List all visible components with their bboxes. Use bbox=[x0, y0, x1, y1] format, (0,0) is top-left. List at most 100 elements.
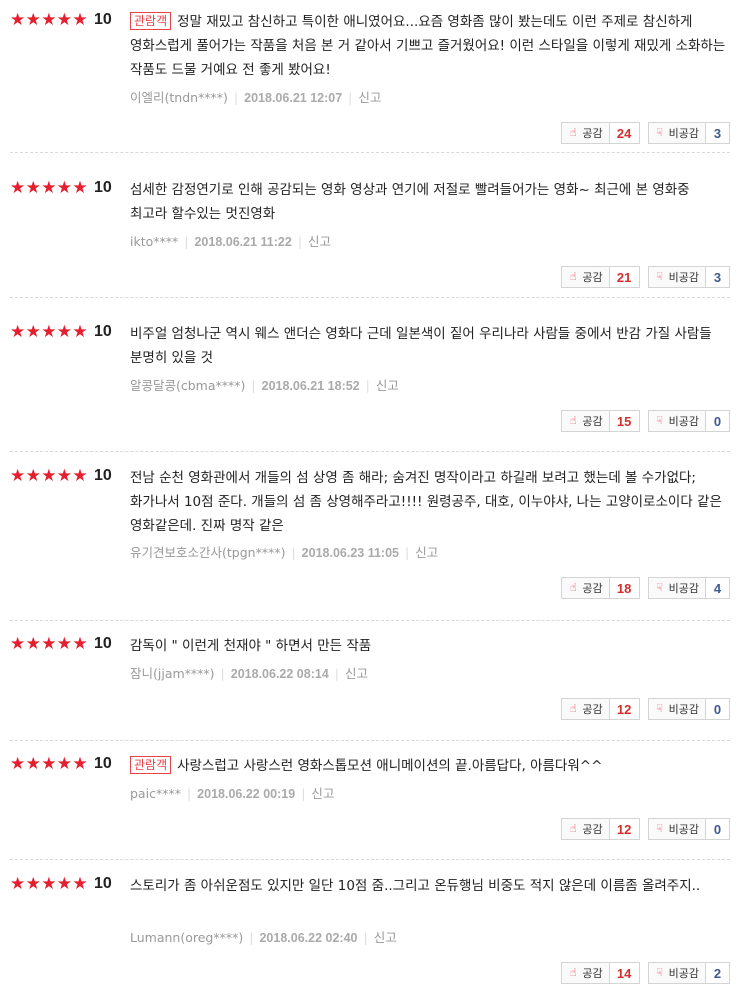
like-label: 공감 bbox=[582, 823, 603, 836]
star-rating: ★ ★ ★ ★ ★ bbox=[10, 322, 88, 342]
review-divider bbox=[10, 859, 730, 860]
rating-score: 10 bbox=[94, 755, 112, 772]
star-icon: ★ bbox=[25, 634, 41, 654]
star-icon: ★ bbox=[72, 874, 87, 894]
rating-score: 10 bbox=[94, 323, 112, 340]
star-icon: ★ bbox=[41, 10, 56, 30]
review-divider bbox=[10, 740, 730, 741]
review-meta: Lumann(oreg****) | 2018.06.22 02:40 | 신고 bbox=[130, 930, 397, 946]
dislike-label: 비공감 bbox=[668, 271, 699, 284]
dislike-count: 2 bbox=[706, 962, 730, 984]
like-button[interactable]: ☝ 공감 bbox=[561, 577, 610, 599]
viewer-badge: 관람객 bbox=[130, 12, 172, 30]
like-count: 18 bbox=[609, 577, 640, 599]
dislike-count: 0 bbox=[706, 698, 730, 720]
reviewer-name[interactable]: Lumann(oreg****) bbox=[130, 930, 243, 945]
meta-divider: | bbox=[301, 786, 306, 801]
report-link[interactable]: 신고 bbox=[374, 930, 397, 945]
review-body: 사랑스럽고 사랑스런 영화스톱모션 애니메이션의 끝.아름답다, 아름다워^^ bbox=[177, 758, 603, 774]
star-rating: ★ ★ ★ ★ ★ bbox=[10, 754, 88, 774]
star-icon: ★ bbox=[41, 322, 56, 342]
review-body: 비주얼 엄청나군 역시 웨스 앤더슨 영화다 근데 일본색이 짙어 우리나라 사… bbox=[130, 326, 712, 366]
star-icon: ★ bbox=[10, 754, 25, 774]
meta-divider: | bbox=[184, 234, 189, 249]
report-link[interactable]: 신고 bbox=[311, 786, 334, 801]
review-meta: 유기견보호소간사(tpgn****) | 2018.06.23 11:05 | 신고 bbox=[130, 545, 438, 561]
like-label: 공감 bbox=[582, 967, 603, 980]
review-body: 정말 재밌고 참신하고 특이한 애니였어요...요즘 영화좀 많이 봤는데도 이… bbox=[130, 14, 726, 78]
like-button[interactable]: ☝ 공감 bbox=[561, 962, 610, 984]
star-icon: ★ bbox=[10, 10, 25, 30]
like-count: 12 bbox=[609, 698, 640, 720]
dislike-button[interactable]: ☟ 비공감 bbox=[647, 962, 706, 984]
thumbs-down-icon: ☟ bbox=[656, 822, 663, 835]
star-icon: ★ bbox=[41, 874, 56, 894]
like-label: 공감 bbox=[582, 127, 603, 140]
star-icon: ★ bbox=[72, 10, 87, 30]
meta-divider: | bbox=[363, 930, 368, 945]
dislike-label: 비공감 bbox=[668, 823, 699, 836]
report-link[interactable]: 신고 bbox=[308, 234, 331, 249]
review-meta: 알콩달콩(cbma****) | 2018.06.21 18:52 | 신고 bbox=[130, 378, 399, 394]
rating-score: 10 bbox=[94, 467, 112, 484]
review-date: 2018.06.21 18:52 bbox=[261, 379, 360, 393]
reviewer-name[interactable]: 유기견보호소간사(tpgn****) bbox=[130, 545, 285, 560]
review-body: 감독이 " 이런게 천재야 " 하면서 만든 작품 bbox=[130, 638, 372, 654]
dislike-button[interactable]: ☟ 비공감 bbox=[647, 266, 706, 288]
review-meta: 잠니(jjam****) | 2018.06.22 08:14 | 신고 bbox=[130, 666, 368, 682]
review-meta: paic**** | 2018.06.22 00:19 | 신고 bbox=[130, 786, 334, 802]
thumbs-down-icon: ☟ bbox=[656, 414, 663, 427]
reviewer-name[interactable]: 알콩달콩(cbma****) bbox=[130, 378, 245, 393]
dislike-button[interactable]: ☟ 비공감 bbox=[647, 577, 706, 599]
star-icon: ★ bbox=[10, 322, 25, 342]
like-button[interactable]: ☝ 공감 bbox=[561, 266, 610, 288]
thumbs-up-icon: ☝ bbox=[570, 126, 577, 139]
rating-score: 10 bbox=[94, 179, 112, 196]
meta-divider: | bbox=[365, 378, 370, 393]
vote-actions: ☝ 공감 12 ☟ 비공감 0 bbox=[561, 698, 730, 720]
meta-divider: | bbox=[186, 786, 192, 801]
report-link[interactable]: 신고 bbox=[358, 90, 381, 105]
report-link[interactable]: 신고 bbox=[345, 666, 368, 681]
thumbs-down-icon: ☟ bbox=[656, 581, 663, 594]
meta-divider: | bbox=[233, 90, 239, 105]
dislike-label: 비공감 bbox=[668, 703, 699, 716]
review-body: 섬세한 감정연기로 인해 공감되는 영화 영상과 연기에 저절로 빨려들어가는 … bbox=[130, 182, 690, 222]
report-link[interactable]: 신고 bbox=[415, 545, 438, 560]
review-text: 섬세한 감정연기로 인해 공감되는 영화 영상과 연기에 저절로 빨려들어가는 … bbox=[130, 178, 730, 226]
like-count: 15 bbox=[609, 410, 640, 432]
review-date: 2018.06.22 02:40 bbox=[259, 931, 358, 945]
thumbs-up-icon: ☝ bbox=[570, 581, 577, 594]
thumbs-up-icon: ☝ bbox=[570, 414, 577, 427]
star-icon: ★ bbox=[72, 466, 87, 486]
review-date: 2018.06.22 08:14 bbox=[230, 667, 329, 681]
star-icon: ★ bbox=[56, 634, 72, 654]
like-label: 공감 bbox=[582, 415, 603, 428]
like-button[interactable]: ☝ 공감 bbox=[561, 818, 610, 840]
thumbs-up-icon: ☝ bbox=[570, 822, 577, 835]
like-button[interactable]: ☝ 공감 bbox=[561, 410, 610, 432]
reviewer-name[interactable]: 이엘리(tndn****) bbox=[130, 90, 228, 105]
like-label: 공감 bbox=[582, 703, 603, 716]
review-text: 감독이 " 이런게 천재야 " 하면서 만든 작품 bbox=[130, 634, 730, 658]
dislike-button[interactable]: ☟ 비공감 bbox=[647, 122, 706, 144]
report-link[interactable]: 신고 bbox=[376, 378, 399, 393]
like-button[interactable]: ☝ 공감 bbox=[561, 698, 610, 720]
dislike-button[interactable]: ☟ 비공감 bbox=[647, 818, 706, 840]
review-divider bbox=[10, 152, 730, 153]
star-icon: ★ bbox=[56, 322, 72, 342]
vote-actions: ☝ 공감 21 ☟ 비공감 3 bbox=[561, 266, 730, 288]
star-icon: ★ bbox=[10, 874, 25, 894]
review-text: 비주얼 엄청나군 역시 웨스 앤더슨 영화다 근데 일본색이 짙어 우리나라 사… bbox=[130, 322, 730, 370]
review-divider bbox=[10, 297, 730, 298]
reviewer-name[interactable]: 잠니(jjam****) bbox=[130, 666, 215, 681]
star-icon: ★ bbox=[25, 178, 41, 198]
star-icon: ★ bbox=[10, 178, 25, 198]
like-button[interactable]: ☝ 공감 bbox=[561, 122, 610, 144]
star-icon: ★ bbox=[72, 178, 87, 198]
dislike-button[interactable]: ☟ 비공감 bbox=[647, 698, 706, 720]
reviewer-name[interactable]: paic**** bbox=[130, 786, 181, 801]
reviewer-name[interactable]: ikto**** bbox=[130, 234, 178, 249]
dislike-button[interactable]: ☟ 비공감 bbox=[647, 410, 706, 432]
thumbs-up-icon: ☝ bbox=[570, 966, 577, 979]
